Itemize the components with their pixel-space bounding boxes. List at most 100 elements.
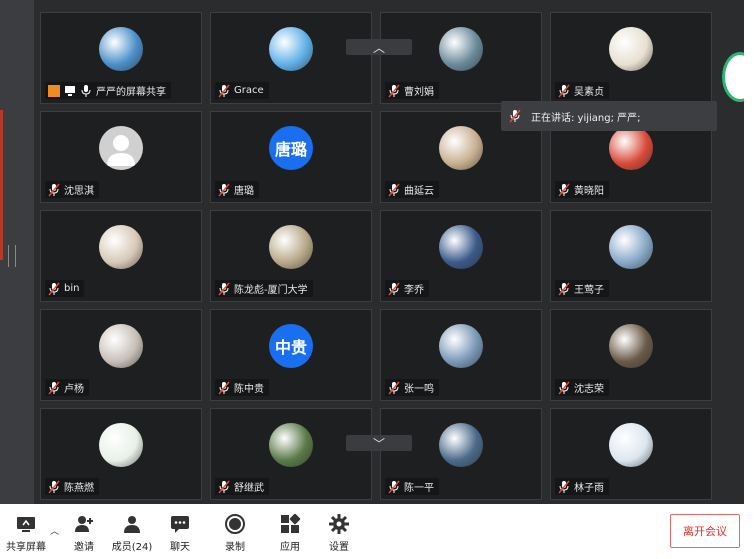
muted-mic-icon <box>48 381 60 394</box>
participant-tile[interactable]: 王莺子 <box>550 210 712 302</box>
participant-tile[interactable]: 沈思淇 <box>40 111 202 203</box>
apps-button[interactable]: 应用 <box>264 513 316 553</box>
settings-button[interactable]: 设置 <box>313 513 365 553</box>
participant-avatar <box>439 423 483 467</box>
side-panel-strip <box>0 0 34 504</box>
participant-avatar <box>609 324 653 368</box>
chat-button[interactable]: 聊天 <box>154 513 206 553</box>
participant-tile[interactable]: bin <box>40 210 202 302</box>
muted-mic-icon <box>388 183 400 196</box>
participant-tile[interactable]: 舒继武 <box>210 408 372 500</box>
invite-button[interactable]: 邀请 <box>58 513 110 553</box>
participant-tile[interactable]: 林子雨 <box>550 408 712 500</box>
participant-name: 唐璐 <box>234 186 254 197</box>
participant-name-bar: 吴素贞 <box>555 82 609 99</box>
scroll-down-button[interactable]: ﹀ <box>346 435 412 451</box>
muted-mic-icon <box>558 480 570 493</box>
participant-name: 林子雨 <box>574 483 604 494</box>
participant-name: 陈龙彪-厦门大学 <box>234 285 308 296</box>
participant-tile[interactable]: 曹刘娟 <box>380 12 542 104</box>
participant-tile[interactable]: 陈一平 <box>380 408 542 500</box>
participant-avatar: 中贵 <box>269 324 313 368</box>
participant-tile[interactable]: Grace <box>210 12 372 104</box>
muted-mic-icon <box>558 183 570 196</box>
participant-tile[interactable]: 严严的屏幕共享 <box>40 12 202 104</box>
participant-tile[interactable]: 吴素贞 <box>550 12 712 104</box>
speaking-indicator: 正在讲话: yijiang; 严严; <box>501 101 717 131</box>
leave-meeting-button[interactable]: 离开会议 <box>670 514 740 548</box>
participant-name-bar: bin <box>45 280 85 297</box>
microphone-icon <box>509 109 521 123</box>
participant-tile[interactable]: 陈燕燃 <box>40 408 202 500</box>
participant-name-bar: 曲延云 <box>385 181 439 198</box>
resize-handle[interactable] <box>8 245 16 267</box>
participant-tile[interactable]: 陈龙彪-厦门大学 <box>210 210 372 302</box>
participant-name-bar: 王莺子 <box>555 280 609 297</box>
chevron-up-icon: ︿ <box>372 40 385 55</box>
participant-avatar <box>439 126 483 170</box>
participant-name-bar: Grace <box>215 82 269 99</box>
share-screen-button[interactable]: 共享屏幕 <box>0 513 52 553</box>
participant-avatar <box>439 324 483 368</box>
muted-mic-icon <box>218 84 230 97</box>
participant-name: 张一鸣 <box>404 384 434 395</box>
muted-mic-icon <box>388 84 400 97</box>
floating-app-icon[interactable] <box>722 52 744 102</box>
gear-icon <box>329 514 349 534</box>
members-icon <box>124 516 140 533</box>
participant-name-bar: 黄晓阳 <box>555 181 609 198</box>
screen-share-icon <box>65 85 75 96</box>
participant-name-bar: 舒继武 <box>215 478 269 495</box>
participant-tile[interactable]: 唐璐 唐璐 <box>210 111 372 203</box>
members-button[interactable]: 成员(24) <box>106 513 158 553</box>
participant-tile[interactable]: 张一鸣 <box>380 309 542 401</box>
muted-mic-icon <box>558 381 570 394</box>
participant-name-bar: 李乔 <box>385 280 429 297</box>
participant-name: 王莺子 <box>574 285 604 296</box>
chevron-down-icon: ﹀ <box>372 436 385 451</box>
person-icon <box>48 84 60 97</box>
participant-avatar <box>609 126 653 170</box>
participant-tile[interactable]: 卢杨 <box>40 309 202 401</box>
muted-mic-icon <box>388 381 400 394</box>
participant-avatar <box>99 126 143 170</box>
participant-name: 陈一平 <box>404 483 434 494</box>
participant-tile[interactable]: 中贵 陈中贵 <box>210 309 372 401</box>
participant-avatar: 唐璐 <box>269 126 313 170</box>
participant-avatar <box>269 423 313 467</box>
participant-avatar <box>99 423 143 467</box>
participant-avatar <box>439 27 483 71</box>
muted-mic-icon <box>558 282 570 295</box>
participant-name-bar: 陈一平 <box>385 478 439 495</box>
participant-name: 黄晓阳 <box>574 186 604 197</box>
participant-tile[interactable]: 李乔 <box>380 210 542 302</box>
record-icon <box>225 514 245 534</box>
participant-name-bar: 林子雨 <box>555 478 609 495</box>
chat-icon <box>171 516 189 533</box>
muted-mic-icon <box>48 480 60 493</box>
muted-mic-icon <box>558 84 570 97</box>
meeting-toolbar: 共享屏幕 ︿ 邀请 成员(24) 聊天 录制 应用 设置 离开会议 <box>0 504 754 559</box>
participant-name-bar: 陈燕燃 <box>45 478 99 495</box>
share-screen-icon <box>17 517 35 532</box>
participant-avatar <box>269 27 313 71</box>
video-grid-area: 严严的屏幕共享 Grace 曹刘娟 吴素贞 沈思淇 唐璐 唐璐 曲延云 黄晓阳 bin 陈龙彪-厦门… <box>0 0 744 504</box>
side-accent-bar <box>0 110 3 260</box>
record-button[interactable]: 录制 <box>209 513 261 553</box>
participant-name-bar: 唐璐 <box>215 181 259 198</box>
muted-mic-icon <box>218 480 230 493</box>
participant-name: 李乔 <box>404 285 424 296</box>
participant-avatar <box>99 225 143 269</box>
participant-tile[interactable]: 沈志荣 <box>550 309 712 401</box>
muted-mic-icon <box>48 183 60 196</box>
muted-mic-icon <box>218 381 230 394</box>
participant-avatar <box>99 27 143 71</box>
participant-name: 吴素贞 <box>574 87 604 98</box>
scroll-up-button[interactable]: ︿ <box>346 39 412 55</box>
participant-avatar <box>99 324 143 368</box>
participant-avatar <box>609 423 653 467</box>
participant-name-bar: 卢杨 <box>45 379 89 396</box>
speaking-text: 正在讲话: yijiang; 严严; <box>531 112 641 124</box>
participant-name: 陈燕燃 <box>64 483 94 494</box>
participant-name: 舒继武 <box>234 483 264 494</box>
